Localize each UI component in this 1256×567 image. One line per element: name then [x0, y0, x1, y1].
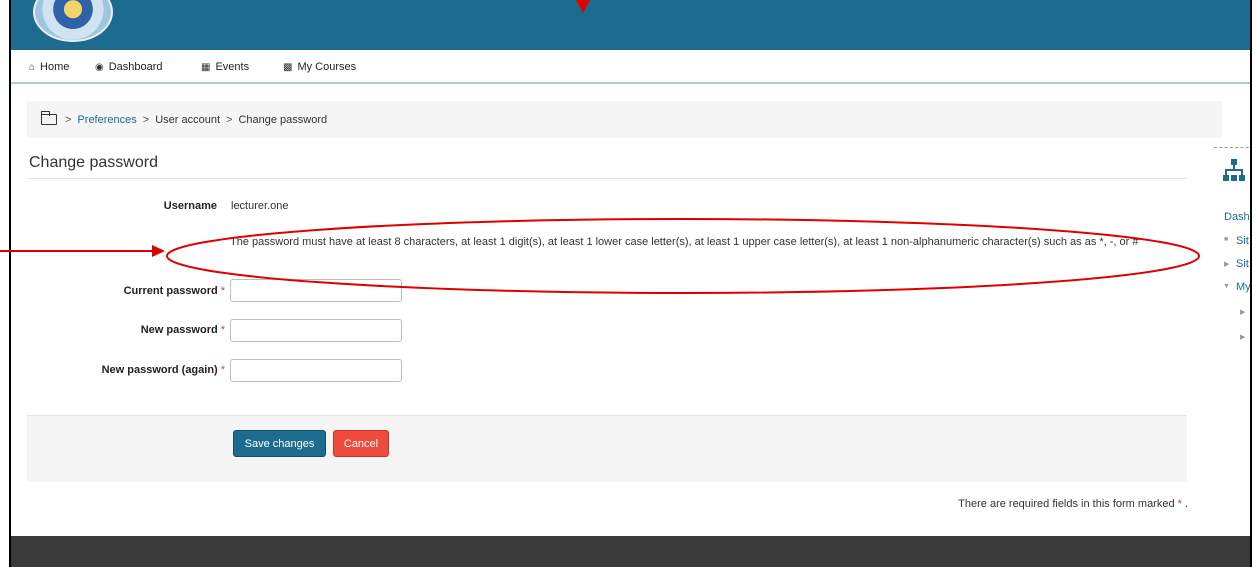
nav-home-label: Home [40, 61, 70, 73]
current-password-label-text: Current password [123, 285, 218, 297]
folder-icon[interactable] [41, 111, 57, 125]
title-divider [27, 178, 1187, 179]
browser-frame: ⌂ Home ◉ Dashboard ▦ Events ▩ My Courses… [9, 0, 1252, 567]
dashboard-icon: ◉ [95, 61, 104, 73]
required-icon: * [220, 364, 225, 376]
required-fields-note: There are required fields in this form m… [958, 498, 1188, 510]
breadcrumb-change-password: Change password [238, 113, 328, 126]
breadcrumb-separator: > [142, 113, 150, 126]
site-logo[interactable] [33, 0, 113, 42]
sidebar-item-site-2[interactable]: Sit [1236, 258, 1249, 270]
chevron-right-icon[interactable]: ▶ [1240, 308, 1245, 316]
breadcrumb-preferences[interactable]: Preferences [77, 114, 136, 126]
chevron-right-icon[interactable]: ▶ [1224, 260, 1229, 268]
password-policy-text: The password must have at least 8 charac… [230, 236, 1139, 248]
nav-my-courses[interactable]: ▩ My Courses [283, 61, 356, 73]
nav-my-courses-label: My Courses [297, 61, 357, 73]
new-password-label: New password * [141, 324, 225, 336]
chevron-right-icon[interactable]: ▶ [1240, 333, 1245, 341]
breadcrumb-separator: > [226, 113, 233, 126]
nav-dashboard[interactable]: ◉ Dashboard [95, 61, 163, 73]
required-icon: * [220, 324, 225, 336]
username-value: lecturer.one [231, 200, 289, 212]
current-password-label: Current password * [124, 285, 225, 297]
breadcrumb: > Preferences > User account > Change pa… [27, 101, 1222, 138]
form-actions [27, 415, 1187, 482]
nav-events[interactable]: ▦ Events [201, 61, 249, 73]
new-password-again-label-text: New password (again) [101, 364, 218, 376]
sitemap-icon [1223, 159, 1245, 181]
sidebar-item-my[interactable]: My [1236, 281, 1250, 293]
current-password-input[interactable] [230, 279, 402, 302]
bullet-icon: ■ [1224, 236, 1229, 243]
breadcrumb-user-account: User account [155, 113, 220, 126]
main-navigation: ⌂ Home ◉ Dashboard ▦ Events ▩ My Courses [11, 50, 1250, 84]
new-password-label-text: New password [140, 324, 218, 336]
required-fields-note-text: There are required fields in this form m… [958, 498, 1175, 510]
page-footer [11, 536, 1250, 567]
nav-dashboard-label: Dashboard [108, 61, 163, 73]
new-password-again-label: New password (again) * [102, 364, 225, 376]
home-icon: ⌂ [29, 61, 36, 73]
sidebar-block-top [1214, 147, 1250, 148]
site-header [11, 0, 1250, 50]
new-password-input[interactable] [230, 319, 402, 342]
username-label: Username [163, 200, 217, 212]
required-icon: * [1177, 498, 1182, 510]
sidebar-item-site-1[interactable]: Sit [1236, 235, 1249, 247]
nav-home[interactable]: ⌂ Home [29, 61, 69, 73]
save-changes-button[interactable]: Save changes [233, 430, 326, 457]
calendar-icon: ▦ [201, 61, 211, 73]
required-icon: * [220, 285, 225, 297]
nav-events-label: Events [215, 61, 250, 73]
briefcase-icon: ▩ [283, 61, 293, 73]
page-title: Change password [29, 154, 158, 171]
breadcrumb-separator: > [65, 113, 72, 126]
cancel-button[interactable]: Cancel [333, 430, 389, 457]
sidebar-item-dashboard[interactable]: Dash [1224, 211, 1250, 223]
chevron-down-icon[interactable]: ▼ [1223, 283, 1230, 290]
new-password-again-input[interactable] [230, 359, 402, 382]
